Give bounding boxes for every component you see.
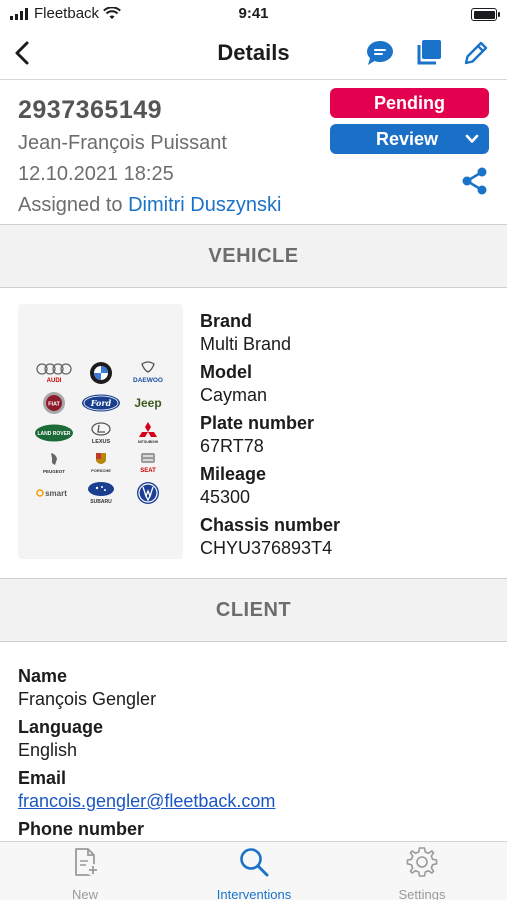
brand-value: Multi Brand bbox=[200, 334, 292, 354]
daewoo-logo: DAEWOO bbox=[125, 361, 172, 385]
email-link[interactable]: francois.gengler@fleetback.com bbox=[18, 789, 275, 813]
plate-label: Plate number bbox=[200, 413, 315, 433]
review-label: Review bbox=[376, 129, 439, 149]
audi-logo: AUDI bbox=[30, 361, 77, 385]
assignee-link[interactable]: Dimitri Duszynski bbox=[128, 194, 281, 216]
client-name-value: François Gengler bbox=[18, 689, 157, 709]
mileage-label: Mileage bbox=[200, 464, 267, 484]
fiat-logo: FIAT bbox=[30, 391, 77, 415]
smart-logo: smart bbox=[30, 481, 77, 505]
svg-text:LEXUS: LEXUS bbox=[92, 439, 111, 445]
porsche-logo: PORSCHE bbox=[77, 451, 124, 475]
tab-settings[interactable]: Settings bbox=[357, 846, 487, 900]
subaru-logo: SUBARU bbox=[77, 481, 124, 505]
tab-bar: New Interventions Settings bbox=[0, 841, 507, 900]
bmw-logo bbox=[77, 361, 124, 385]
svg-text:MITSUBISHI: MITSUBISHI bbox=[138, 440, 158, 444]
svg-text:PEUGEOT: PEUGEOT bbox=[43, 469, 65, 474]
review-dropdown[interactable]: Review bbox=[330, 124, 489, 154]
nav-actions bbox=[365, 38, 491, 68]
peugeot-logo: PEUGEOT bbox=[30, 451, 77, 475]
seat-logo: SEAT bbox=[125, 451, 172, 475]
chat-bubble-icon bbox=[367, 41, 393, 65]
mileage-value: 45300 bbox=[200, 487, 251, 507]
tab-new-label: New bbox=[71, 887, 98, 900]
order-header: 2937365149 Jean-François Puissant 12.10.… bbox=[0, 81, 507, 224]
mitsubishi-logo: MITSUBISHI bbox=[125, 421, 172, 445]
tab-new[interactable]: New bbox=[20, 846, 150, 900]
search-icon bbox=[240, 848, 269, 877]
jeep-logo: Jeep bbox=[125, 391, 172, 415]
plate-value: 67RT78 bbox=[200, 436, 264, 456]
chevron-down-icon bbox=[465, 134, 479, 143]
brand-label: Brand bbox=[200, 311, 253, 331]
svg-text:AUDI: AUDI bbox=[46, 378, 61, 384]
clock: 9:41 bbox=[238, 5, 269, 22]
edit-button[interactable] bbox=[461, 38, 491, 68]
vehicle-details: AUDI DAEWOO FIAT Ford Jeep LAND ROVER LE… bbox=[0, 288, 507, 578]
brand-logo-grid: AUDI DAEWOO FIAT Ford Jeep LAND ROVER LE… bbox=[30, 361, 172, 505]
share-button[interactable] bbox=[460, 166, 490, 196]
model-label: Model bbox=[200, 362, 252, 382]
share-icon bbox=[462, 167, 487, 195]
status-bar: Fleetback 9:41 bbox=[0, 0, 507, 28]
svg-text:smart: smart bbox=[45, 489, 67, 498]
svg-text:DAEWOO: DAEWOO bbox=[133, 377, 163, 384]
email-label: Email bbox=[18, 768, 67, 788]
brand-logos-image: AUDI DAEWOO FIAT Ford Jeep LAND ROVER LE… bbox=[18, 304, 183, 559]
svg-text:PORSCHE: PORSCHE bbox=[91, 468, 111, 473]
customer-name: Jean-François Puissant bbox=[18, 132, 227, 154]
svg-text:LAND ROVER: LAND ROVER bbox=[37, 431, 70, 437]
ford-logo: Ford bbox=[77, 391, 124, 415]
phone-label: Phone number bbox=[18, 819, 145, 839]
client-section-header: CLIENT bbox=[0, 578, 507, 642]
client-name-label: Name bbox=[18, 666, 68, 686]
svg-text:Jeep: Jeep bbox=[135, 396, 162, 410]
navigation-bar: Details bbox=[0, 28, 507, 80]
svg-text:SEAT: SEAT bbox=[141, 468, 157, 474]
svg-text:SUBARU: SUBARU bbox=[90, 499, 112, 505]
language-value: English bbox=[18, 740, 78, 760]
volkswagen-logo bbox=[125, 481, 172, 505]
assigned-prefix: Assigned to bbox=[18, 194, 123, 216]
land-rover-logo: LAND ROVER bbox=[30, 421, 77, 445]
order-date: 12.10.2021 18:25 bbox=[18, 163, 174, 185]
battery-icon bbox=[471, 8, 500, 21]
lexus-logo: LEXUS bbox=[77, 421, 124, 445]
gear-icon bbox=[406, 847, 438, 877]
copy-icon bbox=[417, 40, 441, 65]
svg-text:Ford: Ford bbox=[90, 398, 112, 408]
assigned-to: Assigned to Dimitri Duszynski bbox=[18, 194, 281, 217]
client-fields: Name François Gengler Language English E… bbox=[18, 665, 275, 840]
chassis-label: Chassis number bbox=[200, 515, 341, 535]
language-label: Language bbox=[18, 717, 104, 737]
chassis-value: CHYU376893T4 bbox=[200, 538, 333, 558]
chat-button[interactable] bbox=[365, 38, 395, 68]
vehicle-section-header: VEHICLE bbox=[0, 224, 507, 288]
pencil-icon bbox=[464, 41, 488, 65]
order-number: 2937365149 bbox=[18, 96, 163, 124]
copy-button[interactable] bbox=[413, 38, 443, 68]
new-document-icon bbox=[75, 848, 99, 876]
tab-interventions-label: Interventions bbox=[216, 887, 292, 900]
vehicle-fields: Brand Multi Brand Model Cayman Plate num… bbox=[200, 310, 340, 565]
model-value: Cayman bbox=[200, 385, 268, 405]
svg-text:FIAT: FIAT bbox=[48, 402, 60, 408]
tab-settings-label: Settings bbox=[398, 887, 446, 900]
tab-interventions[interactable]: Interventions bbox=[189, 846, 319, 900]
status-badge: Pending bbox=[330, 88, 489, 118]
